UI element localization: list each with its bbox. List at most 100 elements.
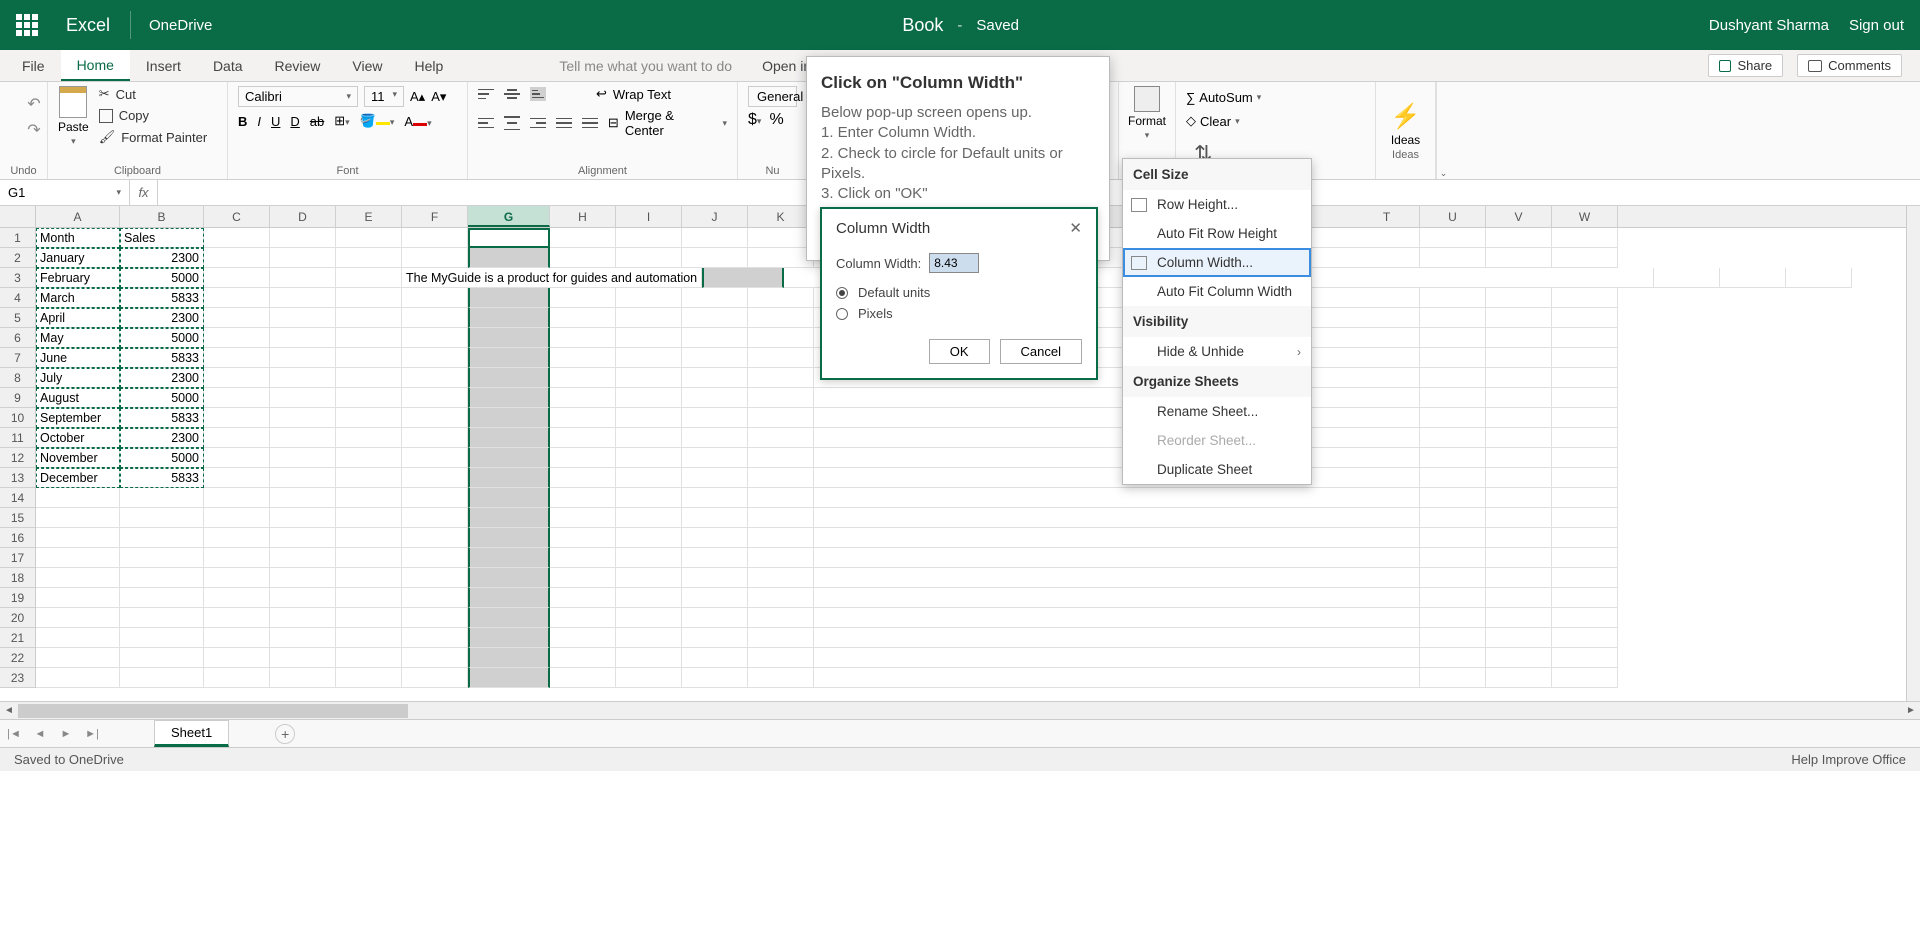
cell[interactable] <box>468 228 550 248</box>
align-middle-button[interactable] <box>504 87 520 101</box>
autofit-row-item[interactable]: Auto Fit Row Height <box>1123 219 1311 248</box>
column-header-H[interactable]: H <box>550 206 616 227</box>
comments-button[interactable]: Comments <box>1797 54 1902 77</box>
cell[interactable] <box>270 648 336 668</box>
row-header-17[interactable]: 17 <box>0 548 36 568</box>
cell[interactable] <box>682 468 748 488</box>
cell[interactable] <box>204 608 270 628</box>
app-launcher-icon[interactable] <box>16 14 38 36</box>
cell[interactable] <box>616 308 682 328</box>
cell[interactable] <box>120 528 204 548</box>
cell[interactable] <box>1486 328 1552 348</box>
cell[interactable] <box>270 248 336 268</box>
add-sheet-button[interactable]: + <box>275 724 295 744</box>
tab-file[interactable]: File <box>6 50 61 81</box>
cell[interactable] <box>402 248 468 268</box>
cell[interactable] <box>402 228 468 248</box>
cell[interactable] <box>1354 468 1420 488</box>
cell[interactable] <box>204 648 270 668</box>
vertical-scrollbar[interactable] <box>1906 206 1920 701</box>
cell[interactable] <box>1354 248 1420 268</box>
cell[interactable] <box>1354 388 1420 408</box>
cell[interactable] <box>550 508 616 528</box>
scroll-right-arrow[interactable]: ► <box>1902 702 1920 720</box>
cell[interactable]: 2300 <box>120 308 204 328</box>
column-header-E[interactable]: E <box>336 206 402 227</box>
cell[interactable] <box>1552 448 1618 468</box>
cell[interactable] <box>1552 288 1618 308</box>
cell[interactable] <box>1420 368 1486 388</box>
cell[interactable] <box>1552 388 1618 408</box>
cell[interactable] <box>402 468 468 488</box>
cell[interactable] <box>1486 308 1552 328</box>
cell[interactable] <box>748 408 814 428</box>
cell[interactable] <box>1486 408 1552 428</box>
cell[interactable] <box>1354 588 1420 608</box>
cell[interactable] <box>270 608 336 628</box>
cell[interactable] <box>748 608 814 628</box>
column-width-input[interactable] <box>929 253 979 273</box>
bold-button[interactable]: B <box>238 114 247 129</box>
hscroll-thumb[interactable] <box>18 704 408 718</box>
tab-data[interactable]: Data <box>197 50 259 81</box>
onedrive-label[interactable]: OneDrive <box>149 17 212 34</box>
cell[interactable] <box>682 448 748 468</box>
cell[interactable] <box>204 448 270 468</box>
cell[interactable] <box>336 328 402 348</box>
horizontal-scrollbar[interactable]: ◄ ► <box>0 701 1920 719</box>
cell[interactable] <box>748 488 814 508</box>
cell[interactable] <box>1354 368 1420 388</box>
cell[interactable] <box>204 628 270 648</box>
row-header-16[interactable]: 16 <box>0 528 36 548</box>
cell[interactable] <box>1486 348 1552 368</box>
cell[interactable] <box>204 308 270 328</box>
paste-button[interactable]: Paste ▾ <box>58 86 89 147</box>
merge-center-button[interactable]: ⊟Merge & Center▾ <box>608 108 727 138</box>
column-header-W[interactable]: W <box>1552 206 1618 227</box>
grow-font-button[interactable]: A▴ <box>410 89 425 105</box>
clear-button[interactable]: ◇Clear▾ <box>1186 113 1261 129</box>
cell[interactable] <box>550 628 616 648</box>
cell[interactable] <box>336 668 402 688</box>
cell[interactable] <box>682 388 748 408</box>
row-header-7[interactable]: 7 <box>0 348 36 368</box>
cell[interactable] <box>550 368 616 388</box>
cell[interactable] <box>270 668 336 688</box>
default-units-radio[interactable]: Default units <box>836 285 1082 300</box>
cell[interactable] <box>120 588 204 608</box>
cell[interactable] <box>1420 348 1486 368</box>
font-color-button[interactable]: A▾ <box>404 114 431 129</box>
cell[interactable] <box>1486 648 1552 668</box>
cell[interactable] <box>616 568 682 588</box>
cell[interactable] <box>468 468 550 488</box>
cell[interactable] <box>616 648 682 668</box>
cell[interactable] <box>402 568 468 588</box>
cell[interactable] <box>616 228 682 248</box>
cell[interactable] <box>1420 388 1486 408</box>
column-header-I[interactable]: I <box>616 206 682 227</box>
cell[interactable] <box>468 368 550 388</box>
cell[interactable] <box>616 508 682 528</box>
cell[interactable] <box>1420 428 1486 448</box>
cell[interactable] <box>468 648 550 668</box>
cell[interactable] <box>1786 268 1852 288</box>
cell[interactable] <box>468 668 550 688</box>
cell[interactable] <box>616 288 682 308</box>
cell[interactable] <box>550 548 616 568</box>
cell[interactable] <box>402 528 468 548</box>
cell[interactable]: October <box>36 428 120 448</box>
cell[interactable] <box>204 528 270 548</box>
cell[interactable] <box>1486 248 1552 268</box>
cell[interactable]: 2300 <box>120 248 204 268</box>
sign-out-link[interactable]: Sign out <box>1849 17 1904 34</box>
cell[interactable] <box>468 528 550 548</box>
column-header-T[interactable]: T <box>1354 206 1420 227</box>
cell[interactable] <box>336 468 402 488</box>
cell[interactable] <box>36 568 120 588</box>
cell[interactable] <box>616 588 682 608</box>
cell[interactable] <box>402 508 468 528</box>
cell[interactable] <box>336 228 402 248</box>
row-header-5[interactable]: 5 <box>0 308 36 328</box>
increase-indent-button[interactable] <box>582 116 598 130</box>
cell[interactable] <box>616 388 682 408</box>
